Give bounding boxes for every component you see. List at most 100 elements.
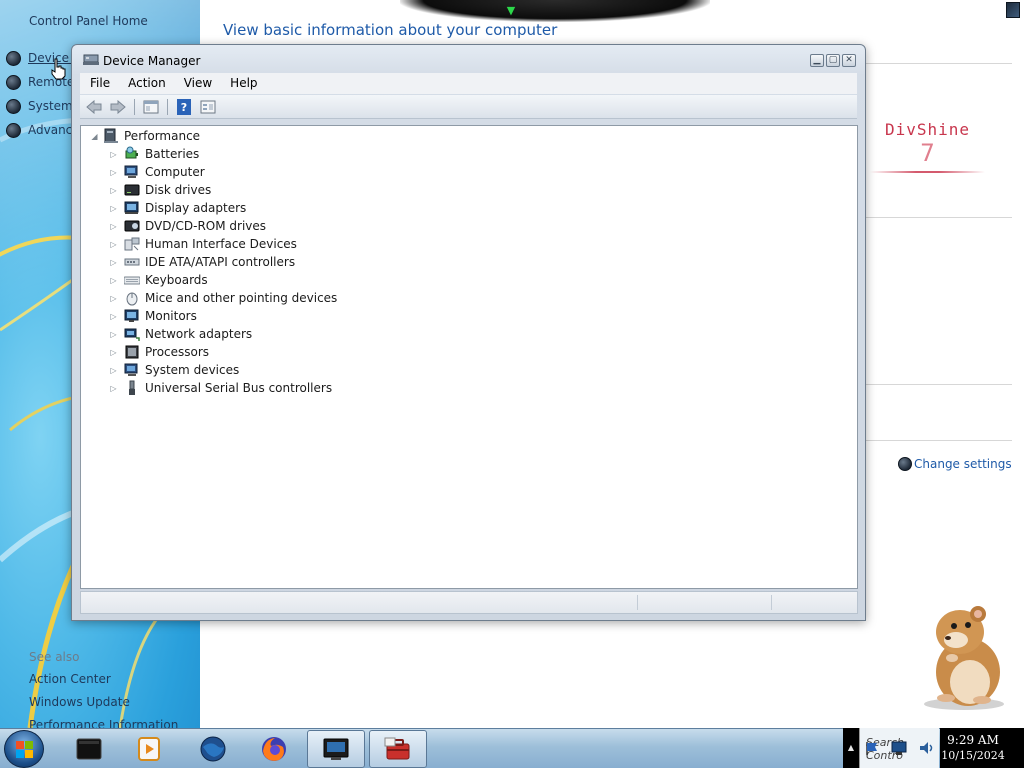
properties-button[interactable] — [141, 98, 161, 116]
menu-bar: File Action View Help — [80, 73, 857, 94]
action-center-flag-icon[interactable] — [864, 740, 880, 756]
tree-label: Network adapters — [145, 327, 253, 341]
device-manager-task-icon — [323, 738, 349, 760]
window-corner-icon — [1006, 2, 1020, 18]
device-manager-window: Device Manager ▁ ▢ ✕ File Action View He… — [71, 44, 866, 621]
see-also-heading: See also — [29, 650, 80, 664]
maximize-button[interactable]: ▢ — [826, 54, 840, 67]
tree-item-disk-drive[interactable]: ▷ Disk drives — [109, 181, 211, 199]
show-view-button[interactable] — [198, 98, 218, 116]
usb-icon — [129, 380, 135, 395]
back-button[interactable] — [84, 98, 104, 116]
expand-arrow-icon[interactable]: ▷ — [109, 186, 118, 195]
change-settings-link[interactable]: Change settings — [898, 457, 1012, 471]
expand-arrow-icon[interactable]: ▷ — [109, 294, 118, 303]
tree-item-ide-controller[interactable]: ▷ IDE ATA/ATAPI controllers — [109, 253, 295, 271]
expand-arrow-icon[interactable]: ▷ — [109, 222, 118, 231]
expand-arrow-icon[interactable]: ▷ — [109, 240, 118, 249]
title-bar[interactable]: Device Manager ▁ ▢ ✕ — [72, 45, 865, 73]
performance-info-link[interactable]: Performance Information and — [29, 718, 200, 728]
svg-text:?: ? — [181, 101, 187, 114]
toolbar-separator — [134, 98, 135, 115]
start-button[interactable] — [4, 730, 44, 768]
window-title: Device Manager — [103, 54, 201, 68]
toolbar-separator — [167, 98, 168, 115]
action-center-link[interactable]: Action Center — [29, 672, 111, 686]
close-button[interactable]: ✕ — [842, 54, 856, 67]
windows-update-link[interactable]: Windows Update — [29, 695, 130, 709]
expand-arrow-icon[interactable]: ▷ — [109, 276, 118, 285]
minimize-button[interactable]: ▁ — [810, 54, 824, 67]
taskbar-terminal[interactable] — [60, 730, 118, 768]
expand-arrow-icon[interactable]: ▷ — [109, 384, 118, 393]
network-adapter-icon — [124, 328, 140, 341]
shield-icon — [6, 98, 21, 114]
tray-icons — [864, 740, 936, 756]
change-settings-label: Change settings — [914, 457, 1012, 471]
divider — [866, 384, 1012, 385]
taskbar-control-panel[interactable] — [369, 730, 427, 768]
taskbar-clock[interactable]: 9:29 AM 10/15/2024 — [940, 728, 1006, 768]
media-player-icon — [138, 737, 160, 761]
battery-icon — [125, 146, 138, 159]
expand-arrow-icon[interactable]: ▷ — [109, 330, 118, 339]
tree-item-mouse[interactable]: ▷ Mice and other pointing devices — [109, 289, 337, 307]
taskbar-globe-browser[interactable] — [184, 730, 242, 768]
tree-item-network-adapter[interactable]: ▷ Network adapters — [109, 325, 252, 343]
menu-action[interactable]: Action — [118, 73, 174, 94]
help-button[interactable]: ? — [174, 98, 194, 116]
hamster-gadget-icon[interactable] — [918, 600, 1010, 712]
taskbar-device-manager[interactable] — [307, 730, 365, 768]
tree-item-processor[interactable]: ▷ Processors — [109, 343, 209, 361]
forward-button[interactable] — [108, 98, 128, 116]
clock-date: 10/15/2024 — [941, 749, 1005, 762]
caption-buttons: ▁ ▢ ✕ — [810, 54, 856, 67]
expand-arrow-icon[interactable]: ▷ — [109, 150, 118, 159]
tree-item-display-adapter[interactable]: ▷ Display adapters — [109, 199, 246, 217]
system-device-icon — [124, 363, 138, 376]
expand-arrow-icon[interactable]: ▷ — [109, 204, 118, 213]
show-desktop-button[interactable] — [1006, 728, 1024, 768]
view-icon — [200, 100, 216, 113]
help-icon: ? — [177, 98, 191, 115]
tree-item-hid[interactable]: ▷ Human Interface Devices — [109, 235, 297, 253]
expand-arrow-icon[interactable]: ▷ — [109, 312, 118, 321]
show-hidden-icons-button[interactable]: ▲ — [843, 728, 859, 768]
tree-item-computer[interactable]: ▷ Computer — [109, 163, 205, 181]
control-panel-home-link[interactable]: Control Panel Home — [29, 14, 148, 28]
taskbar-media-player[interactable] — [120, 730, 178, 768]
expand-arrow-icon[interactable]: ▷ — [109, 258, 118, 267]
computer-icon — [124, 165, 138, 178]
tree-item-keyboard[interactable]: ▷ Keyboards — [109, 271, 207, 289]
tree-item-monitor[interactable]: ▷ Monitors — [109, 307, 197, 325]
properties-icon — [143, 100, 159, 113]
tree-label: Computer — [145, 165, 205, 179]
tree-label: Mice and other pointing devices — [145, 291, 338, 305]
disk-drive-icon — [124, 184, 140, 196]
taskbar-firefox[interactable] — [245, 730, 303, 768]
volume-tray-icon[interactable] — [918, 740, 936, 756]
windows-flag-icon — [16, 741, 33, 758]
tree-item-dvd-drive[interactable]: ▷ DVD/CD-ROM drives — [109, 217, 266, 235]
tree-root-performance[interactable]: ◢ Performance — [90, 127, 200, 145]
menu-file[interactable]: File — [80, 73, 118, 94]
network-tray-icon[interactable] — [890, 740, 908, 756]
expand-arrow-icon[interactable]: ▷ — [109, 366, 118, 375]
tree-label: Monitors — [145, 309, 197, 323]
tree-item-battery[interactable]: ▷ Batteries — [109, 145, 199, 163]
sidebar-task-advanced[interactable]: Advanc — [6, 121, 72, 139]
expand-arrow-icon[interactable]: ▷ — [109, 168, 118, 177]
shield-icon — [898, 457, 912, 471]
shield-icon — [6, 74, 21, 90]
expand-arrow-icon[interactable]: ▷ — [109, 348, 118, 357]
status-cell-divider — [771, 595, 772, 610]
tree-item-usb[interactable]: ▷ Universal Serial Bus controllers — [109, 379, 332, 397]
menu-view[interactable]: View — [174, 73, 220, 94]
forward-icon — [110, 99, 126, 114]
sidebar-task-label: Advanc — [28, 123, 73, 137]
tree-label: IDE ATA/ATAPI controllers — [145, 255, 296, 269]
menu-help[interactable]: Help — [220, 73, 265, 94]
sidebar-task-system-protection[interactable]: System — [6, 97, 73, 115]
tree-item-system-device[interactable]: ▷ System devices — [109, 361, 239, 379]
collapse-arrow-icon[interactable]: ◢ — [90, 132, 99, 141]
